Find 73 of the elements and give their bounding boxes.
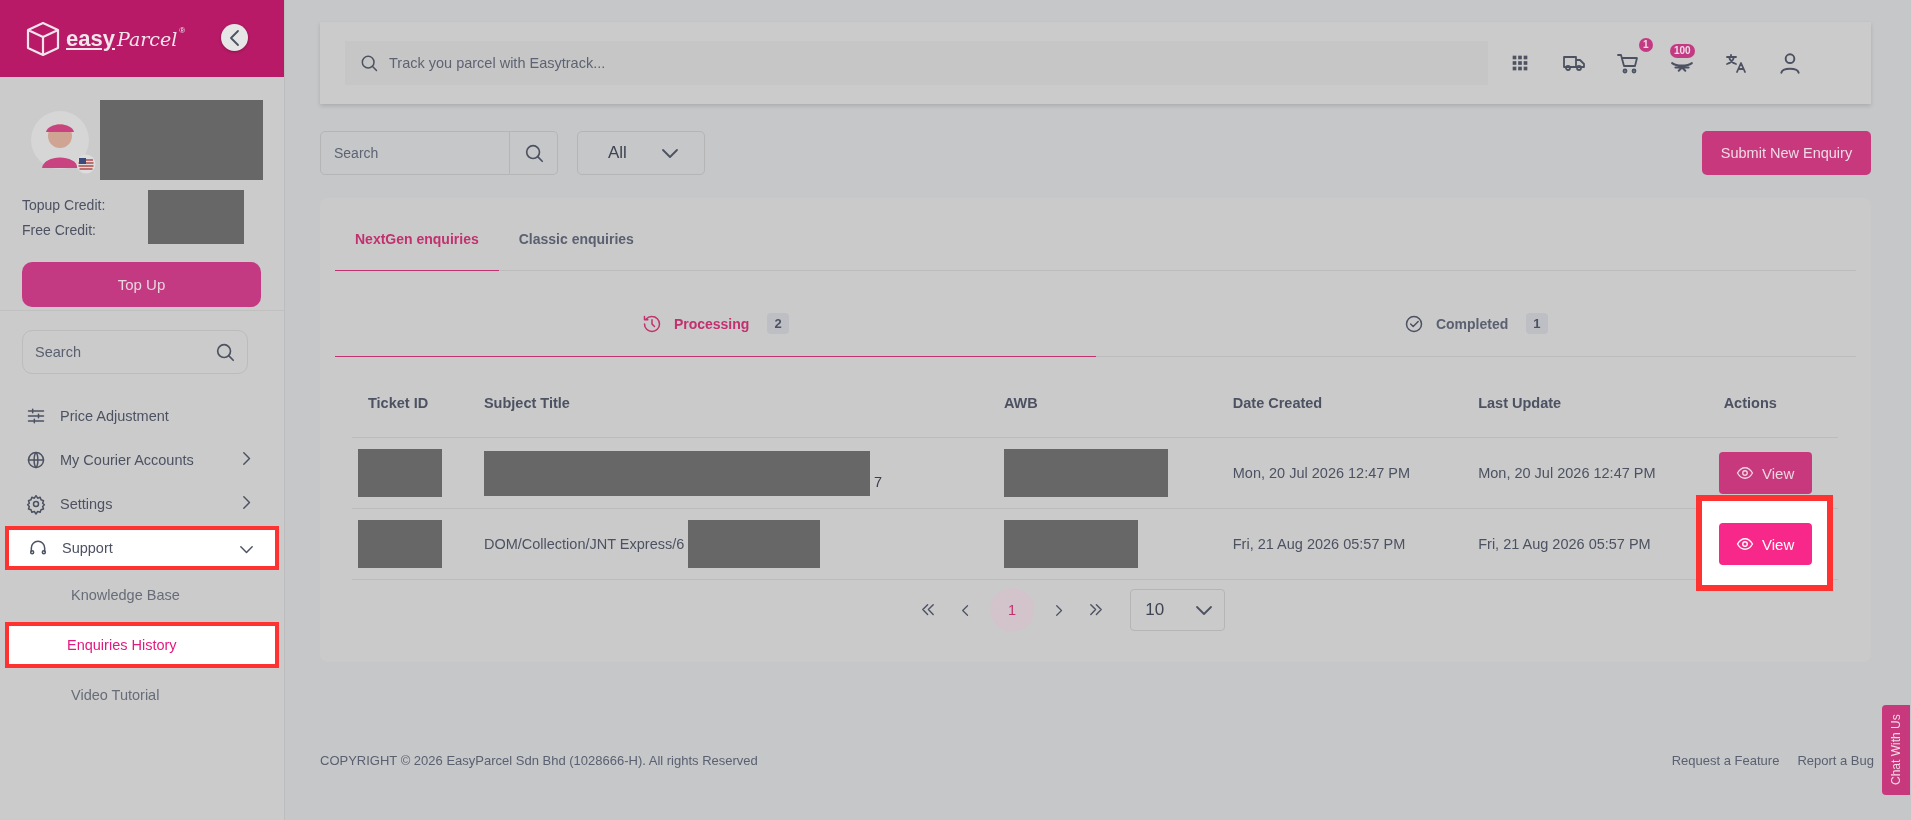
column-header: AWB xyxy=(983,357,1213,438)
copyright-text: COPYRIGHT © 2026 EasyParcel Sdn Bhd (1028666-H). All rights Reserved xyxy=(320,753,758,768)
chevron-left-icon xyxy=(230,29,239,46)
globe-icon xyxy=(26,450,46,470)
chevron-right-icon xyxy=(242,452,250,465)
user-icon xyxy=(1777,50,1803,76)
chevron-right-icon xyxy=(242,496,250,509)
table-cell-text: 7 xyxy=(873,473,882,492)
submit-enquiry-button[interactable]: Submit New Enquiry xyxy=(1702,131,1871,175)
table-cell: Mon, 20 Jul 2026 12:47 PM xyxy=(1212,437,1459,509)
box-logo-icon xyxy=(26,20,60,57)
page-button[interactable]: 1 xyxy=(990,588,1034,632)
translate-icon xyxy=(1724,51,1748,75)
count-badge: 2 xyxy=(767,313,789,334)
chevron-down-icon xyxy=(1196,605,1213,615)
chevron-left-icon xyxy=(961,604,968,616)
view-button[interactable]: View xyxy=(1718,452,1812,494)
coins-icon xyxy=(1671,62,1693,72)
cart-badge: 1 xyxy=(1639,38,1653,52)
submenu-item[interactable]: Knowledge Base xyxy=(5,572,279,618)
column-header: Actions xyxy=(1703,357,1838,438)
column-header: Date Created xyxy=(1212,357,1459,438)
cart-button[interactable] xyxy=(1616,51,1640,75)
flag-icon xyxy=(76,154,96,174)
table-cell: Fri, 21 Aug 2026 05:57 PM xyxy=(1212,508,1459,580)
page-size-dropdown[interactable]: 10 xyxy=(1130,589,1226,631)
tab[interactable]: Classic enquiries xyxy=(498,231,654,271)
search-icon xyxy=(214,341,236,363)
submenu-item[interactable]: Video Tutorial xyxy=(5,672,279,718)
collapse-button[interactable] xyxy=(221,24,248,51)
submenu-item[interactable]: Enquiries History xyxy=(5,622,279,668)
view-button[interactable]: View xyxy=(1718,523,1812,565)
eye-icon xyxy=(1736,464,1754,482)
footer-link[interactable]: Request a Feature xyxy=(1671,753,1780,768)
sliders-icon xyxy=(26,406,46,426)
sidebar-item[interactable]: Settings xyxy=(0,482,276,526)
status-dropdown[interactable]: All xyxy=(577,131,705,175)
avatar-icon xyxy=(30,110,90,170)
chevron-right-icon xyxy=(1056,604,1063,616)
status-tab[interactable]: Completed 1 xyxy=(1095,313,1856,357)
tab[interactable]: NextGen enquiries xyxy=(335,231,499,271)
sidebar-item[interactable]: Support xyxy=(5,526,279,570)
column-header: Ticket ID xyxy=(352,357,464,438)
column-header: Subject Title xyxy=(463,357,984,438)
count-badge: 1 xyxy=(1526,313,1548,334)
chevron-down-icon xyxy=(240,545,253,553)
column-header: Last Update xyxy=(1458,357,1704,438)
cart-icon xyxy=(1616,51,1640,75)
search-icon xyxy=(359,53,379,73)
history-icon xyxy=(641,313,662,334)
search-button[interactable] xyxy=(510,131,558,175)
search-field[interactable]: Search xyxy=(22,330,248,374)
credit-label: Free Credit: xyxy=(22,221,97,238)
translate-button[interactable] xyxy=(1724,51,1748,75)
check-circle-icon xyxy=(1403,313,1424,334)
table-cell: DOM/Collection/JNT Express/6 xyxy=(483,536,685,552)
double-chevron-left-icon xyxy=(921,604,934,616)
sidebar-item[interactable]: My Courier Accounts xyxy=(0,438,276,482)
track-search-field[interactable]: Track you parcel with Easytrack... xyxy=(345,41,1488,85)
chat-button[interactable]: Chat With Us xyxy=(1882,705,1910,795)
brand-logo: easyParcel® xyxy=(66,25,186,52)
top-up-button[interactable]: Top Up xyxy=(22,262,261,307)
eye-icon xyxy=(1736,535,1754,553)
chevron-down-icon xyxy=(662,148,678,158)
sidebar-item[interactable]: Price Adjustment xyxy=(0,394,276,438)
credit-label: Topup Credit: xyxy=(22,196,107,213)
profile-button[interactable] xyxy=(1778,50,1802,76)
coins-badge: 100 xyxy=(1670,44,1695,59)
footer-link[interactable]: Report a Bug xyxy=(1797,753,1874,768)
settings-icon xyxy=(26,494,46,514)
status-tab[interactable]: Processing 2 xyxy=(335,313,1096,357)
double-chevron-right-icon xyxy=(1090,604,1103,616)
search-field[interactable]: Search xyxy=(320,131,510,175)
